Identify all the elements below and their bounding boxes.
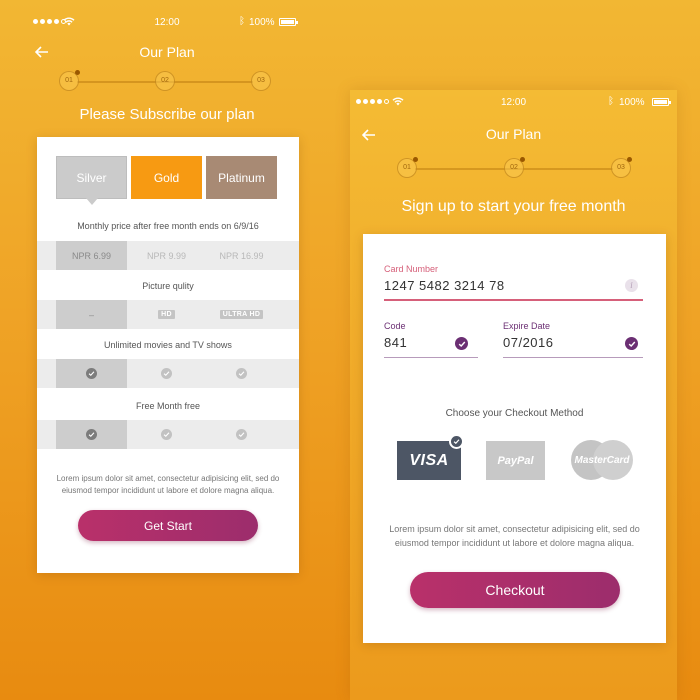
info-icon[interactable]: i: [625, 279, 638, 292]
plan-screen: 12:00 ᛒ 100% Our Plan 01 02 03 Please Su…: [27, 10, 307, 690]
ultra-hd-badge: ULTRA HD: [219, 310, 264, 319]
check-icon: [86, 368, 97, 379]
lorem-line-2: eiusmod tempor incididunt ut labore et d…: [394, 538, 635, 548]
hd-badge: HD: [158, 310, 175, 319]
paypal-option[interactable]: PayPal: [486, 441, 545, 480]
lorem-text: Lorem ipsum dolor sit amet, consectetur …: [375, 522, 654, 550]
unlimited-platinum: [206, 359, 277, 388]
price-silver: NPR 6.99: [56, 241, 127, 270]
selected-check-icon: [449, 434, 464, 449]
expire-date-label: Expire Date: [503, 321, 551, 331]
plan-tab-gold[interactable]: Gold: [131, 156, 202, 199]
plan-tabs: Silver Gold Platinum: [56, 156, 277, 205]
plan-tab-silver[interactable]: Silver: [56, 156, 127, 205]
step-2: 02: [504, 157, 525, 178]
plan-tab-platinum[interactable]: Platinum: [206, 156, 277, 199]
lorem-line-1: Lorem ipsum dolor sit amet, consectetur …: [56, 474, 280, 483]
battery-percent: 100%: [249, 17, 275, 28]
monthly-price-label: Monthly price after free month ends on 6…: [77, 221, 259, 231]
unlimited-row: [37, 359, 299, 388]
price-platinum: NPR 16.99: [219, 250, 264, 261]
battery-percent: 100%: [619, 97, 645, 108]
free-month-gold: [131, 420, 202, 449]
price-row: NPR 6.99 NPR 9.99 NPR 16.99: [37, 241, 299, 270]
nav-title: Our Plan: [485, 126, 542, 142]
quality-gold: HD: [131, 300, 202, 329]
free-month-label: Free Month free: [135, 401, 201, 411]
nav-title: Our Plan: [139, 44, 195, 60]
bluetooth-icon: ᛒ: [239, 16, 245, 27]
plan-card: Silver Gold Platinum Monthly price after…: [37, 137, 299, 573]
battery-icon: [279, 18, 298, 26]
lorem-line-1: Lorem ipsum dolor sit amet, consectetur …: [389, 524, 640, 534]
lorem-line-2: eiusmod tempor incididunt ut labore et d…: [61, 486, 275, 495]
nav-bar: Our Plan: [350, 125, 677, 145]
card-number-underline: [384, 299, 643, 301]
expire-date-underline: [503, 357, 643, 358]
battery-icon: [652, 98, 671, 106]
nav-bar: Our Plan: [27, 43, 307, 63]
status-bar: 12:00 ᛒ 100%: [27, 10, 307, 36]
check-icon: [86, 429, 97, 440]
check-icon: [161, 368, 172, 379]
check-icon: [161, 429, 172, 440]
step-1: 01: [397, 157, 418, 178]
free-month-row: [37, 420, 299, 449]
code-label: Code: [384, 321, 406, 331]
mastercard-option[interactable]: MasterCard: [571, 440, 633, 480]
quality-platinum: ULTRA HD: [206, 300, 277, 329]
card-number-label: Card Number: [384, 264, 439, 274]
check-icon: [236, 368, 247, 379]
get-start-button[interactable]: Get Start: [78, 510, 258, 541]
payment-card: Card Number i Code Expire Date Choose yo…: [363, 234, 666, 643]
checkout-button[interactable]: Checkout: [410, 572, 620, 608]
card-number-input[interactable]: [384, 278, 614, 293]
step-3: 03: [611, 157, 632, 178]
quality-silver: –: [56, 300, 127, 329]
status-bar: 12:00 ᛒ 100%: [350, 90, 677, 116]
step-3: 03: [251, 71, 271, 91]
unlimited-silver: [56, 359, 127, 388]
unlimited-label: Unlimited movies and TV shows: [104, 340, 232, 350]
step-1: 01: [59, 70, 80, 91]
payment-screen: 12:00 ᛒ 100% Our Plan 01 02 03 Sign up t…: [350, 90, 677, 700]
expire-date-input[interactable]: [503, 335, 603, 350]
progress-stepper: 01 02 03: [59, 70, 271, 93]
check-icon: [236, 429, 247, 440]
step-2: 02: [155, 71, 175, 91]
picture-quality-label: Picture qulity: [142, 281, 194, 291]
page-heading: Please Subscribe our plan: [79, 106, 255, 123]
price-gold: NPR 9.99: [146, 250, 187, 261]
unlimited-gold: [131, 359, 202, 388]
lorem-text: Lorem ipsum dolor sit amet, consectetur …: [47, 473, 289, 497]
check-icon: [455, 337, 468, 350]
bluetooth-icon: ᛒ: [608, 96, 614, 107]
code-input[interactable]: [384, 335, 444, 350]
picture-quality-row: – HD ULTRA HD: [37, 300, 299, 329]
code-underline: [384, 357, 478, 358]
free-month-silver: [56, 420, 127, 449]
progress-stepper: 01 02 03: [397, 157, 632, 180]
check-icon: [625, 337, 638, 350]
checkout-method-label: Choose your Checkout Method: [445, 408, 584, 419]
mastercard-label: MasterCard: [574, 454, 630, 466]
page-heading: Sign up to start your free month: [401, 198, 626, 215]
free-month-platinum: [206, 420, 277, 449]
